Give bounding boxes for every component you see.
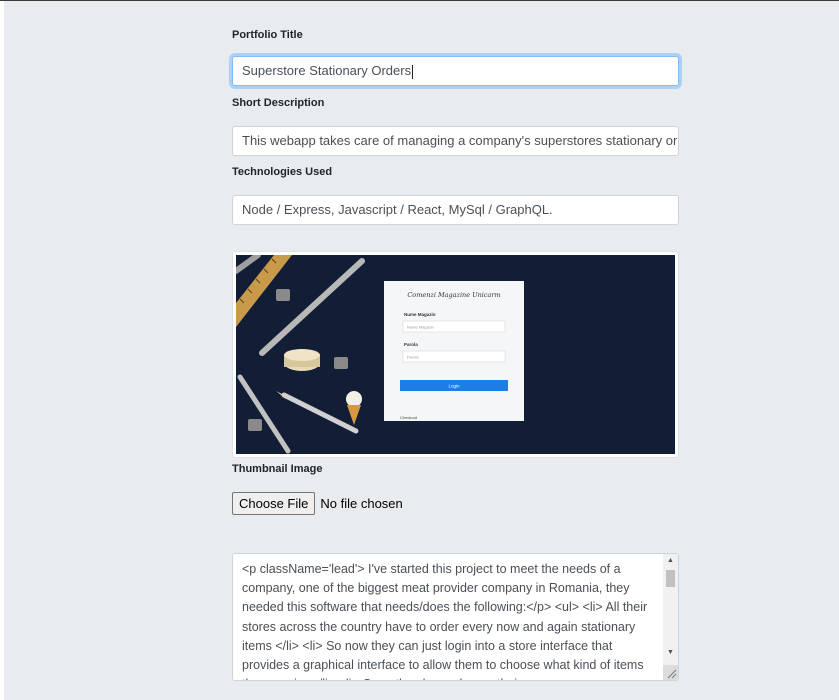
portfolio-title-input[interactable]: Superstore Stationary Orders	[232, 56, 679, 86]
scroll-up-icon[interactable]: ▲	[663, 554, 678, 568]
short-description-input[interactable]: This webapp takes care of managing a com…	[232, 126, 679, 156]
file-status-text: No file chosen	[320, 495, 403, 511]
file-input[interactable]: Choose File No file chosen	[232, 491, 403, 515]
short-description-label: Short Description	[232, 97, 325, 109]
store-name-placeholder: Nume Magazin	[407, 325, 434, 330]
resize-grip-icon[interactable]	[663, 665, 678, 680]
short-description-value: This webapp takes care of managing a com…	[242, 133, 679, 148]
store-name-label: Nume Magazin	[404, 312, 436, 317]
thumbnail-preview: Comenzi Magazine Unicarm Nume Magazin Nu…	[232, 251, 679, 458]
left-edge-strip	[0, 1, 4, 700]
textarea-scrollbar[interactable]: ▲ ▼	[663, 554, 678, 680]
scroll-down-icon[interactable]: ▼	[663, 646, 678, 660]
password-placeholder: Parola	[407, 355, 419, 360]
technologies-label: Technologies Used	[232, 166, 333, 178]
thumbnail-label: Thumbnail Image	[232, 463, 323, 475]
description-textarea[interactable]: <p className='lead'> I've started this p…	[232, 553, 679, 681]
scrollbar-thumb[interactable]	[666, 570, 675, 587]
login-card-footer: Checkout	[400, 415, 418, 420]
login-card: Comenzi Magazine Unicarm Nume Magazin Nu…	[384, 281, 524, 421]
text-caret	[412, 64, 414, 79]
login-button-label: Login	[448, 384, 460, 389]
description-textarea-text: <p className='lead'> I've started this p…	[242, 562, 648, 680]
portfolio-title-value: Superstore Stationary Orders	[242, 63, 412, 78]
binder-clip-icon	[248, 419, 262, 431]
binder-clip-icon	[276, 289, 290, 301]
portfolio-title-label: Portfolio Title	[232, 29, 303, 41]
tape-roll-icon	[284, 349, 320, 371]
choose-file-button[interactable]: Choose File	[232, 491, 316, 515]
login-card-title: Comenzi Magazine Unicarm	[407, 291, 500, 299]
technologies-input[interactable]: Node / Express, Javascript / React, MySq…	[232, 195, 679, 225]
password-label: Parola	[404, 342, 418, 347]
binder-clip-icon	[334, 357, 348, 369]
technologies-value: Node / Express, Javascript / React, MySq…	[242, 202, 553, 217]
thumbnail-image: Comenzi Magazine Unicarm Nume Magazin Nu…	[236, 255, 675, 454]
